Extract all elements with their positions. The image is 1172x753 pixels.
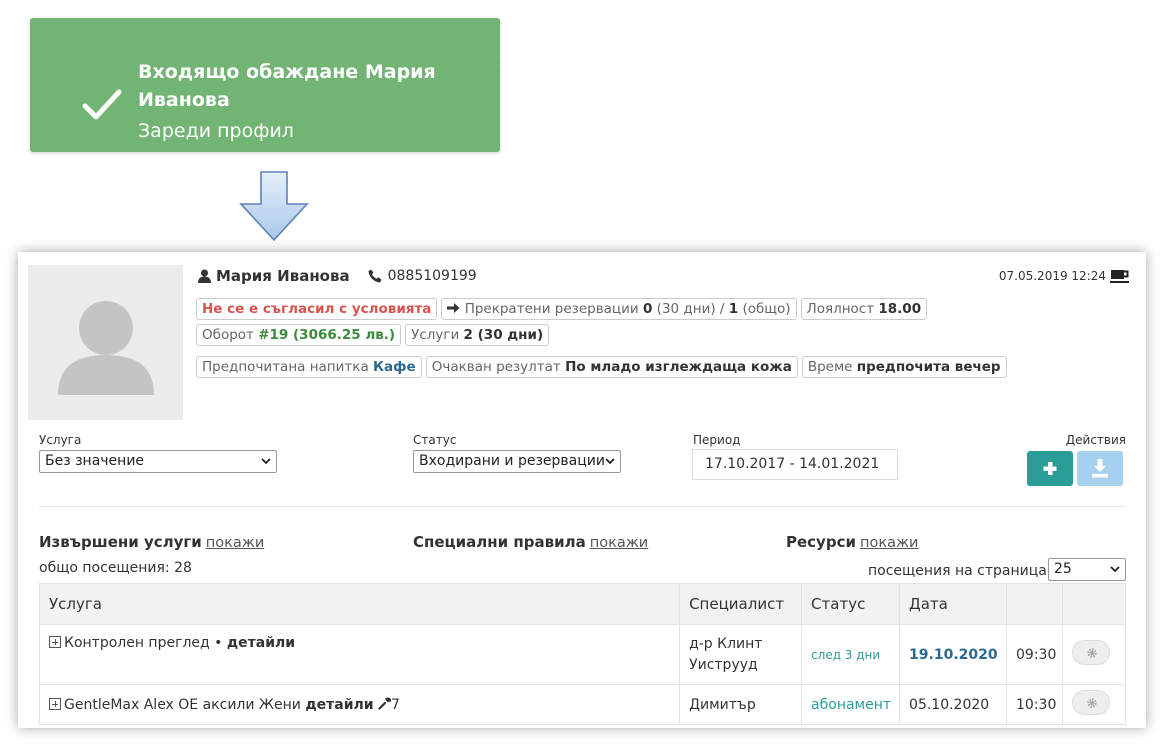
status-cell: след 3 дни [801,624,901,685]
per-page-select[interactable]: 25 [1048,558,1126,581]
total-visits: общо посещения: 28 [39,560,192,576]
actions-cell [1062,684,1126,725]
avatar [28,265,183,420]
special-rules-heading: Специални правила покажи [413,533,649,551]
wrench-icon [378,697,392,710]
load-profile-link[interactable]: Зареди профил [138,117,294,145]
expand-icon[interactable] [49,697,61,710]
actions-label: Действия [1065,433,1126,447]
arrow-right-icon [447,303,460,313]
visits-table: Услуга Специалист Статус Дата Контролен … [38,583,1126,725]
resources-heading: Ресурси покажи [786,533,919,551]
chevron-down-icon [1110,566,1120,573]
service-select[interactable]: Без значение [39,450,277,473]
column-header-time [1006,583,1063,625]
service-cell: GentleMax Alex OE аксили Жени детайли 7 [38,684,681,725]
turnover-badge: Оборот #19 (3066.25 лв.) [196,324,402,346]
date-value[interactable]: 19.10.2020 [909,647,998,663]
client-name: Мария Иванова [216,267,350,285]
show-services-link[interactable]: покажи [206,535,264,551]
chevron-down-icon [605,458,615,465]
show-resources-link[interactable]: покажи [860,535,918,551]
divider [39,506,1126,507]
column-header-status[interactable]: Статус [801,583,901,625]
actions-cell [1062,624,1126,685]
period-input[interactable]: 17.10.2017 - 14.01.2021 [692,449,898,480]
phone-icon [368,269,382,283]
settings-button[interactable] [1072,640,1110,665]
cancelled-reservations-badge: Прекратени резервации 0 (30 дни) / 1 (об… [441,298,797,320]
add-button[interactable] [1027,451,1073,486]
per-page-label: посещения на страница: [868,563,1052,579]
details-link[interactable]: детайли [305,697,373,713]
close-icon[interactable]: × [494,50,518,74]
expand-icon[interactable] [49,636,61,648]
drink-badge: Предпочитана напитка Кафе [196,356,422,378]
time-cell: 09:30 [1006,624,1063,685]
table-row: GentleMax Alex OE аксили Жени детайли 7 … [38,684,1126,725]
timestamp: 07.05.2019 12:24 [998,269,1106,283]
show-rules-link[interactable]: покажи [590,535,648,551]
specialist-cell: д-р Клинт Уиструуд [679,624,803,685]
period-filter-label: Период [693,433,741,447]
column-header-date[interactable]: Дата [899,583,1008,625]
client-profile-panel: Мария Иванова 0885109199 07.05.2019 12:2… [18,252,1146,728]
status-label: след 3 дни [811,647,881,662]
date-cell: 05.10.2020 [899,684,1008,725]
column-header-service[interactable]: Услуга [38,583,681,625]
time-cell: 10:30 [1006,684,1063,725]
download-icon [1092,459,1108,478]
user-icon [198,269,211,283]
plus-icon [1043,462,1057,475]
services-badge: Услуги 2 (30 дни) [405,324,550,346]
down-arrow-icon [239,171,309,242]
client-phone[interactable]: 0885109199 [388,268,477,284]
gear-icon [1087,648,1097,658]
user-placeholder-icon [58,301,154,395]
service-name: Контролен преглед • [64,635,223,651]
completed-services-heading: Извършени услуги покажи [39,533,265,551]
table-header-row: Услуга Специалист Статус Дата [38,583,1126,625]
date-cell: 19.10.2020 [899,624,1008,685]
per-page-value: 25 [1054,561,1072,577]
chevron-down-icon [261,458,271,465]
column-header-actions [1062,583,1126,625]
download-button[interactable] [1077,451,1123,486]
service-cell: Контролен преглед • детайли [38,624,681,685]
service-filter-label: Услуга [39,433,82,447]
status-cell: абонамент [801,684,901,725]
specialist-cell: Димитър [679,684,803,725]
incoming-call-notification[interactable]: Входящо обаждане Мария Иванова Зареди пр… [30,18,515,152]
coffee-cup-icon[interactable] [1110,268,1130,284]
terms-badge: Не се е съгласил с условията [196,298,438,320]
client-header: Мария Иванова 0885109199 [198,266,477,286]
checkmark-icon [82,89,122,120]
client-badges: Не се е съгласил с условията Прекратени … [196,298,1126,346]
client-preferences: Предпочитана напитка Кафе Очакван резулт… [196,356,1096,378]
settings-button[interactable] [1072,690,1110,715]
status-select[interactable]: Входирани и резервации [413,450,621,473]
service-name: GentleMax Alex OE аксили Жени [64,696,301,713]
details-link[interactable]: детайли [227,635,295,651]
preferred-time-badge: Време предпочита вечер [801,356,1007,378]
table-row: Контролен преглед • детайли д-р Клинт Уи… [38,624,1126,685]
notification-title: Входящо обаждане Мария Иванова [138,61,436,111]
service-select-value: Без значение [45,453,145,469]
expected-result-badge: Очакван резултат По младо изглеждаща кож… [425,356,798,378]
loyalty-badge: Лоялност 18.00 [800,298,928,320]
column-header-specialist[interactable]: Специалист [679,583,803,625]
status-select-value: Входирани и резервации [419,453,605,469]
status-filter-label: Статус [413,433,457,447]
wrench-count: 7 [391,696,400,713]
status-label: абонамент [811,696,892,713]
gear-icon [1087,698,1097,708]
